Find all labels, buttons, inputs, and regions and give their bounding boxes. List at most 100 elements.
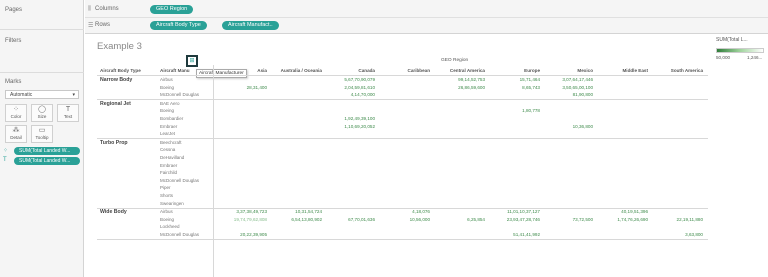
table-cell-value[interactable]: 3,37,38,49,723 <box>236 209 267 214</box>
table-cell-value[interactable]: 10,31,54,724 <box>295 209 322 214</box>
table-cell-value[interactable]: 3,63,800 <box>685 232 703 237</box>
worksheet-view[interactable]: Example 3 GEO Region Aircraft Body Type … <box>85 35 710 277</box>
table-cell-value[interactable]: 1,74,76,26,690 <box>617 217 648 222</box>
marks-label-pill[interactable]: SUM(Total Landed W... <box>14 157 80 165</box>
row-label-manufacturer[interactable]: Lockheed <box>160 224 180 229</box>
size-button[interactable]: ◯ Size <box>31 104 53 122</box>
row-label-manufacturer[interactable]: Embraer <box>160 124 177 129</box>
table-cell-value[interactable]: 73,72,500 <box>573 217 593 222</box>
row-label-manufacturer[interactable]: BAE Aero <box>160 101 180 106</box>
divider <box>97 138 708 140</box>
detail-button[interactable]: ⁂ Detail <box>5 125 27 143</box>
row-group-label[interactable]: Wide Body <box>100 209 127 215</box>
color-icon: ⁘ <box>13 106 19 113</box>
sort-icon[interactable]: ⊞ <box>186 55 198 67</box>
color-legend: SUM(Total L... 50,000 1,246... <box>712 35 768 75</box>
size-icon: ◯ <box>38 106 46 113</box>
table-cell-value[interactable]: 1,80,778 <box>522 108 540 113</box>
table-cell-value[interactable]: 19,74,79,62,808 <box>234 217 267 222</box>
table-cell-value[interactable]: 81,90,800 <box>573 92 593 97</box>
row-label-manufacturer[interactable]: DeHavilland <box>160 155 184 160</box>
table-cell-value[interactable]: 51,41,41,992 <box>513 232 540 237</box>
row-group-label[interactable]: Narrow Body <box>100 77 132 83</box>
table-cell-value[interactable]: 3,50,65,00,100 <box>562 85 593 90</box>
legend-gradient <box>716 48 764 53</box>
geo-region-header: GEO Region <box>441 58 469 63</box>
table-cell-value[interactable]: 3,07,64,17,446 <box>562 77 593 82</box>
table-cell-value[interactable]: 1,10,69,20,052 <box>344 124 375 129</box>
legend-max: 1,246... <box>747 55 763 60</box>
row-header-manufacturer[interactable]: Aircraft Manu <box>160 68 190 73</box>
row-group-label[interactable]: Regional Jet <box>100 101 131 107</box>
table-cell-value[interactable]: 22,19,11,880 <box>677 217 703 222</box>
table-cell-value[interactable]: 67,70,01,636 <box>348 217 375 222</box>
column-header-region[interactable]: Middle East <box>622 68 648 73</box>
text-button-label: Text <box>63 114 73 119</box>
row-label-manufacturer[interactable]: McDonnell Douglas <box>160 92 199 97</box>
column-header-region[interactable]: Mexico <box>577 68 593 73</box>
row-label-manufacturer[interactable]: McDonnell Douglas <box>160 232 199 237</box>
color-icon: ⁘ <box>3 148 9 154</box>
column-header-region[interactable]: Europe <box>524 68 540 73</box>
rows-icon: ☰ <box>88 23 94 29</box>
table-cell-value[interactable]: 6,54,13,80,902 <box>291 217 322 222</box>
row-label-manufacturer[interactable]: Fairchild <box>160 170 177 175</box>
table-cell-value[interactable]: 4,18,076 <box>412 209 430 214</box>
legend-min: 50,000 <box>716 55 731 60</box>
rows-shelf-label: Rows <box>95 22 111 28</box>
table-cell-value[interactable]: 10,36,800 <box>573 124 593 129</box>
row-label-manufacturer[interactable]: Shorts <box>160 193 173 198</box>
rows-pill-manufacturer[interactable]: Aircraft Manufact.. <box>222 21 279 30</box>
column-header-region[interactable]: Central America <box>450 68 485 73</box>
row-label-manufacturer[interactable]: Embraer <box>160 163 177 168</box>
row-label-manufacturer[interactable]: Beechcraft <box>160 140 182 145</box>
row-label-manufacturer[interactable]: Swearingen <box>160 201 184 206</box>
columns-pill-geo-region[interactable]: GEO Region <box>150 5 194 14</box>
color-button[interactable]: ⁘ Color <box>5 104 27 122</box>
row-label-manufacturer[interactable]: LearJet <box>160 131 175 136</box>
legend-title: SUM(Total L... <box>716 37 748 43</box>
row-label-manufacturer[interactable]: Boeing <box>160 217 174 222</box>
tooltip: Aircraft Manufacturer <box>196 69 247 78</box>
row-header-body-type[interactable]: Aircraft Body Type <box>100 68 141 73</box>
column-header-region[interactable]: South America <box>671 68 703 73</box>
table-cell-value[interactable]: 20,22,39,905 <box>240 232 267 237</box>
row-label-manufacturer[interactable]: Cessna <box>160 147 175 152</box>
row-label-manufacturer[interactable]: Bombardier <box>160 116 183 121</box>
table-cell-value[interactable]: 11,01,10,37,127 <box>507 209 540 214</box>
table-cell-value[interactable]: 6,25,854 <box>467 217 485 222</box>
column-header-region[interactable]: Caribbean <box>408 68 430 73</box>
column-header-region[interactable]: Canada <box>358 68 375 73</box>
row-label-manufacturer[interactable]: McDonnell Douglas <box>160 178 199 183</box>
row-label-manufacturer[interactable]: Piper <box>160 185 171 190</box>
table-cell-value[interactable]: 23,93,47,28,746 <box>507 217 540 222</box>
table-cell-value[interactable]: 5,67,70,90,079 <box>344 77 375 82</box>
row-group-label[interactable]: Turbo Prop <box>100 140 128 146</box>
table-cell-value[interactable]: 10,56,000 <box>410 217 430 222</box>
table-cell-value[interactable]: 99,14,52,753 <box>458 77 485 82</box>
row-label-manufacturer[interactable]: Airbus <box>160 209 173 214</box>
marks-color-pill[interactable]: SUM(Total Landed W... <box>14 147 80 155</box>
mark-type-dropdown[interactable]: Automatic ▾ <box>5 90 79 99</box>
table-cell-value[interactable]: 2,04,59,81,610 <box>344 85 375 90</box>
table-cell-value[interactable]: 28,31,400 <box>247 85 267 90</box>
text-icon: T <box>3 157 7 163</box>
table-cell-value[interactable]: 4,14,70,000 <box>351 92 375 97</box>
row-label-manufacturer[interactable]: Boeing <box>160 85 174 90</box>
shelves: ⫼ Columns GEO Region ☰ Rows Aircraft Bod… <box>85 0 768 34</box>
table-cell-value[interactable]: 40,19,51,396 <box>621 209 648 214</box>
table-cell-value[interactable]: 15,71,464 <box>520 77 540 82</box>
row-label-manufacturer[interactable]: Boeing <box>160 108 174 113</box>
table-cell-value[interactable]: 1,92,49,39,100 <box>344 116 375 121</box>
column-header-region[interactable]: Asia <box>257 68 267 73</box>
table-cell-value[interactable]: 8,65,743 <box>522 85 540 90</box>
color-button-label: Color <box>10 114 22 119</box>
tooltip-button[interactable]: ▭ Tooltip <box>31 125 53 143</box>
table-cell-value[interactable]: 26,86,59,600 <box>458 85 485 90</box>
column-header-region[interactable]: Australia / Oceania <box>281 68 322 73</box>
text-button[interactable]: T Text <box>57 104 79 122</box>
divider <box>97 99 708 101</box>
row-label-manufacturer[interactable]: Airbus <box>160 77 173 82</box>
rows-pill-body-type[interactable]: Aircraft Body Type <box>150 21 207 30</box>
text-icon: T <box>65 106 71 113</box>
